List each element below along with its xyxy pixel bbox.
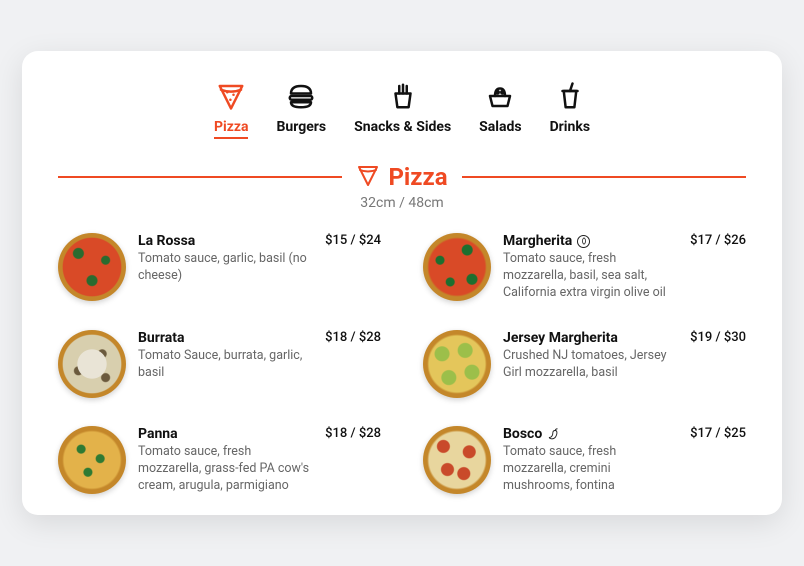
pizza-image [58,426,126,494]
item-name: Burrata [138,330,315,346]
menu-item[interactable]: La Rossa Tomato sauce, garlic, basil (no… [58,233,381,302]
menu-item[interactable]: Margherita Tomato sauce, fresh mozzarell… [423,233,746,302]
item-price: $15 / $24 [325,233,381,302]
pizza-slice-icon [214,79,248,113]
item-description: Tomato Sauce, burrata, garlic, basil [138,348,315,382]
drink-icon [553,79,587,113]
pizza-image [58,330,126,398]
category-label: Pizza [214,119,248,139]
item-description: Tomato sauce, fresh mozzarella, basil, s… [503,251,680,302]
item-price: $19 / $30 [690,330,746,398]
item-description: Tomato sauce, fresh mozzarella, grass-fe… [138,444,315,495]
item-price: $17 / $25 [690,426,746,495]
section-heading: Pizza [58,163,746,191]
item-name: Panna [138,426,315,442]
category-snacks[interactable]: Snacks & Sides [354,79,451,139]
item-name: Margherita [503,233,680,249]
burger-icon [284,79,318,113]
menu-item[interactable]: Panna Tomato sauce, fresh mozzarella, gr… [58,426,381,495]
menu-item[interactable]: Bosco Tomato sauce, fresh mozzarella, cr… [423,426,746,495]
category-salads[interactable]: Salads [479,79,521,139]
item-description: Crushed NJ tomatoes, Jersey Girl mozzare… [503,348,680,382]
category-nav: Pizza Burgers Snacks & Sides [58,79,746,139]
pizza-image [58,233,126,301]
heading-rule-left [58,176,342,178]
pizza-image [423,233,491,301]
menu-card: Pizza Burgers Snacks & Sides [22,51,782,514]
menu-grid: La Rossa Tomato sauce, garlic, basil (no… [58,233,746,494]
category-drinks[interactable]: Drinks [550,79,590,139]
item-price: $17 / $26 [690,233,746,302]
category-label: Burgers [276,119,326,137]
category-label: Snacks & Sides [354,119,451,137]
item-description: Tomato sauce, garlic, basil (no cheese) [138,251,315,285]
heading-rule-right [462,176,746,178]
salad-icon [483,79,517,113]
category-burgers[interactable]: Burgers [276,79,326,139]
pizza-image [423,426,491,494]
spicy-icon [547,427,561,441]
category-label: Salads [479,119,521,137]
category-pizza[interactable]: Pizza [214,79,248,139]
section-title: Pizza [388,163,447,191]
item-price: $18 / $28 [325,426,381,495]
item-name: Jersey Margherita [503,330,680,346]
item-name: Bosco [503,426,680,442]
vegetarian-icon [577,235,590,248]
item-name: La Rossa [138,233,315,249]
pizza-image [423,330,491,398]
pizza-slice-icon [356,163,380,191]
menu-item[interactable]: Jersey Margherita Crushed NJ tomatoes, J… [423,330,746,398]
section-subtitle: 32cm / 48cm [58,195,746,211]
category-label: Drinks [550,119,590,137]
item-description: Tomato sauce, fresh mozzarella, cremini … [503,444,680,495]
fries-icon [386,79,420,113]
item-price: $18 / $28 [325,330,381,398]
menu-item[interactable]: Burrata Tomato Sauce, burrata, garlic, b… [58,330,381,398]
